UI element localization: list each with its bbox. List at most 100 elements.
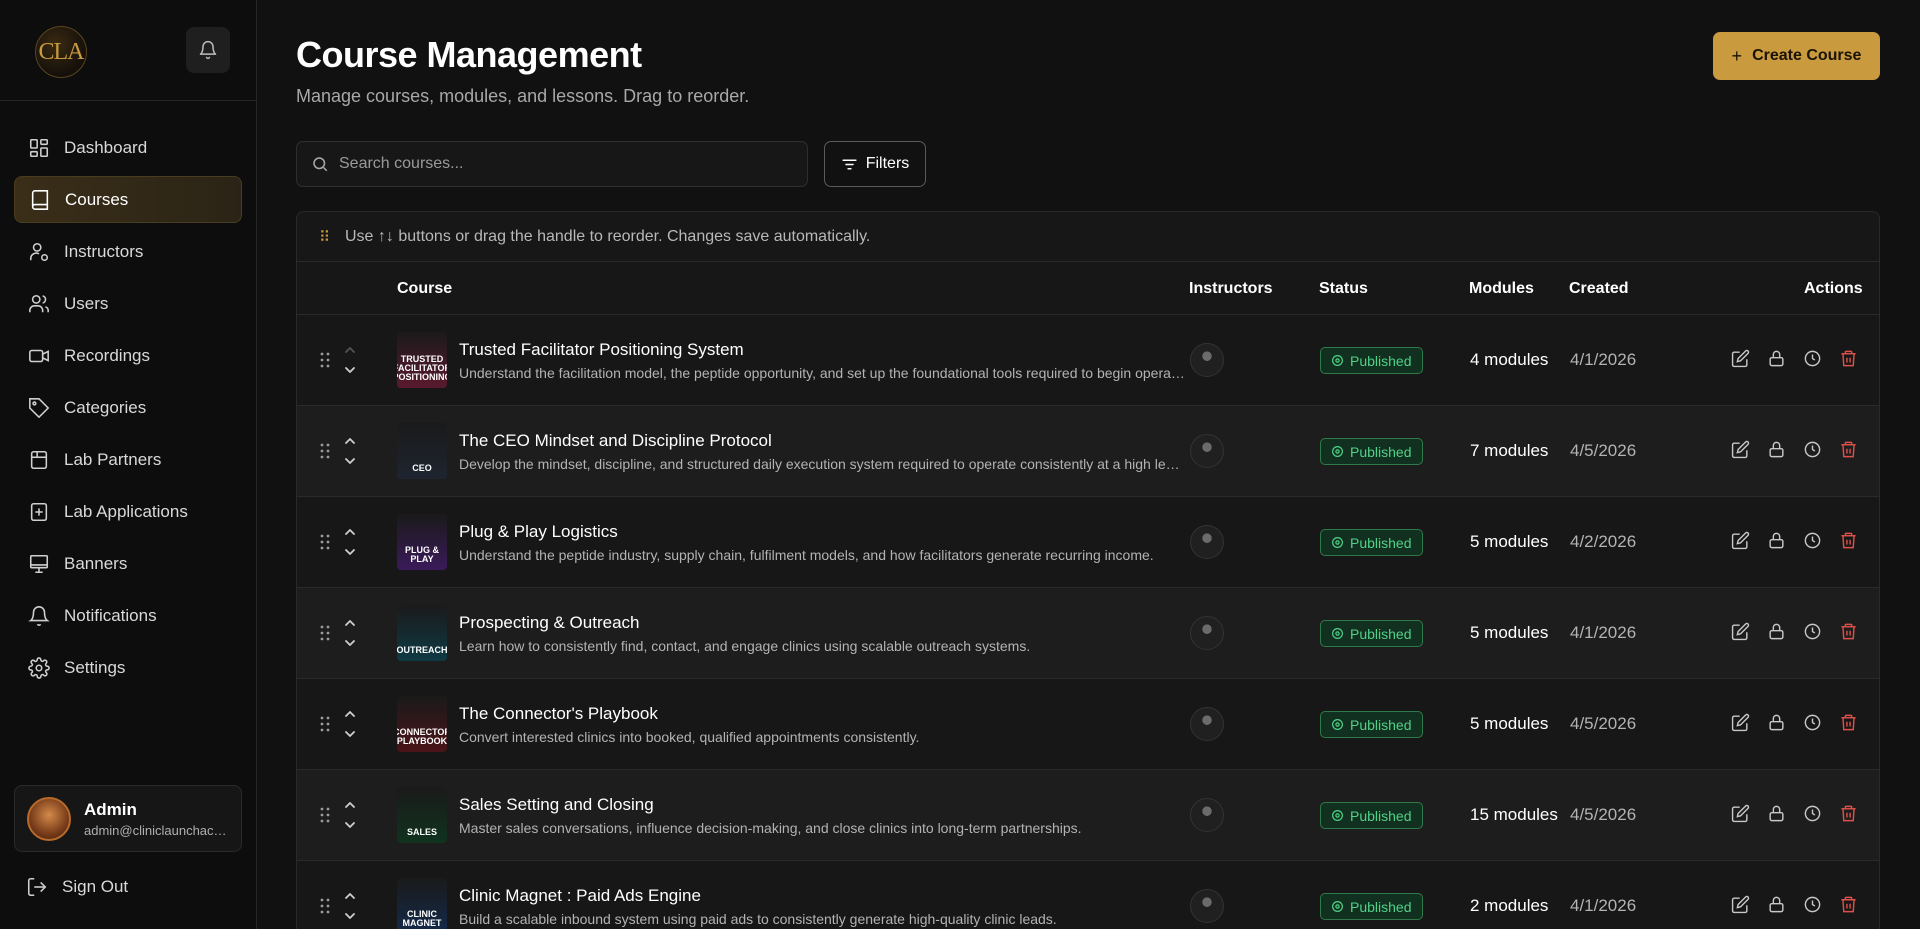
drag-handle-icon[interactable] [319,806,331,824]
course-title[interactable]: Clinic Magnet : Paid Ads Engine [459,886,701,906]
course-thumbnail-label: CONNECTOR PLAYBOOK [397,727,447,746]
reorder-arrows[interactable] [343,615,357,651]
trash-icon[interactable] [1839,622,1858,641]
course-title[interactable]: Prospecting & Outreach [459,613,639,633]
course-title[interactable]: Plug & Play Logistics [459,522,618,542]
drag-handle-icon[interactable] [319,715,331,733]
instructor-avatar[interactable] [1190,434,1224,468]
search-box [296,141,808,187]
instructor-avatar[interactable] [1190,889,1224,923]
course-title[interactable]: Trusted Facilitator Positioning System [459,340,744,360]
status-badge: Published [1320,347,1423,374]
trash-icon[interactable] [1839,804,1858,823]
book-icon [31,189,49,210]
lock-icon[interactable] [1767,531,1786,550]
sidebar-item-lab-applications[interactable]: Lab Applications [14,488,242,535]
trash-icon[interactable] [1839,440,1858,459]
course-thumbnail[interactable]: OUTREACH [397,605,447,661]
reorder-arrows[interactable] [343,524,357,560]
status-badge: Published [1320,620,1423,647]
sign-out-button[interactable]: Sign Out [26,876,128,898]
clock-icon[interactable] [1803,895,1822,914]
course-thumbnail[interactable]: SALES [397,787,447,843]
trash-icon[interactable] [1839,895,1858,914]
instructor-avatar[interactable] [1190,616,1224,650]
lock-icon[interactable] [1767,895,1786,914]
reorder-arrows[interactable] [343,797,357,833]
clock-icon[interactable] [1803,440,1822,459]
sidebar-item-courses[interactable]: Courses [14,176,242,223]
sidebar-item-label: Users [64,293,109,313]
edit-icon[interactable] [1731,804,1750,823]
brand-logo[interactable]: CLA [35,26,87,78]
reorder-arrows[interactable] [343,342,357,378]
course-title[interactable]: The Connector's Playbook [459,704,658,724]
drag-handle-icon[interactable] [319,897,331,915]
edit-icon[interactable] [1731,440,1750,459]
modules-count: 2 modules [1470,896,1549,915]
course-thumbnail[interactable]: CONNECTOR PLAYBOOK [397,696,447,752]
row-actions [1731,349,1858,368]
sidebar-item-users[interactable]: Users [14,280,242,327]
lock-icon[interactable] [1767,622,1786,641]
reorder-arrows[interactable] [343,888,357,924]
course-thumbnail[interactable]: CLINIC MAGNET [397,878,447,929]
drag-handle-icon[interactable] [319,442,331,460]
table-row: TRUSTED FACILITATOR POSITIONING Trusted … [297,315,1879,406]
trash-icon[interactable] [1839,349,1858,368]
trash-icon[interactable] [1839,531,1858,550]
create-course-button[interactable]: + Create Course [1713,32,1880,80]
drag-handle-icon[interactable] [319,624,331,642]
instructor-avatar[interactable] [1190,707,1224,741]
courses-table: ⠿ Use ↑↓ buttons or drag the handle to r… [296,211,1880,929]
course-thumbnail[interactable]: CEO [397,423,447,479]
sidebar-item-categories[interactable]: Categories [14,384,242,431]
trash-icon[interactable] [1839,713,1858,732]
user-name: Admin [84,799,137,819]
sidebar-item-lab-partners[interactable]: Lab Partners [14,436,242,483]
clock-icon[interactable] [1803,531,1822,550]
course-title[interactable]: The CEO Mindset and Discipline Protocol [459,431,772,451]
sidebar-item-settings[interactable]: Settings [14,644,242,691]
clock-icon[interactable] [1803,713,1822,732]
lock-icon[interactable] [1767,440,1786,459]
course-thumbnail[interactable]: PLUG & PLAY [397,514,447,570]
edit-icon[interactable] [1731,349,1750,368]
clock-icon[interactable] [1803,349,1822,368]
instructor-avatar[interactable] [1190,343,1224,377]
instructor-avatar[interactable] [1190,525,1224,559]
dashboard-icon [29,138,49,157]
status-text: Published [1350,443,1412,460]
course-thumbnail-label: PLUG & PLAY [404,545,439,564]
published-icon [1332,537,1343,548]
lock-icon[interactable] [1767,713,1786,732]
drag-handle-icon[interactable] [319,533,331,551]
edit-icon[interactable] [1731,531,1750,550]
published-icon [1332,628,1343,639]
notifications-button[interactable] [186,27,230,73]
modules-count: 5 modules [1470,532,1549,551]
lock-icon[interactable] [1767,804,1786,823]
reorder-arrows[interactable] [343,706,357,742]
sidebar-item-recordings[interactable]: Recordings [14,332,242,379]
sidebar-item-dashboard[interactable]: Dashboard [14,124,242,171]
course-description: Master sales conversations, influence de… [459,820,1082,836]
sidebar-item-notifications[interactable]: Notifications [14,592,242,639]
edit-icon[interactable] [1731,713,1750,732]
instructor-avatar[interactable] [1190,798,1224,832]
lock-icon[interactable] [1767,349,1786,368]
drag-handle-icon[interactable] [319,351,331,369]
edit-icon[interactable] [1731,622,1750,641]
course-title[interactable]: Sales Setting and Closing [459,795,654,815]
reorder-arrows[interactable] [343,433,357,469]
edit-icon[interactable] [1731,895,1750,914]
course-thumbnail[interactable]: TRUSTED FACILITATOR POSITIONING [397,332,447,388]
sidebar-item-instructors[interactable]: Instructors [14,228,242,275]
search-input[interactable] [339,155,779,173]
clock-icon[interactable] [1803,804,1822,823]
user-profile-card[interactable]: Admin admin@cliniclaunchacademy.com [14,785,242,852]
sidebar-item-banners[interactable]: Banners [14,540,242,587]
create-course-label: Create Course [1752,47,1862,64]
clock-icon[interactable] [1803,622,1822,641]
filters-button[interactable]: Filters [824,141,926,187]
